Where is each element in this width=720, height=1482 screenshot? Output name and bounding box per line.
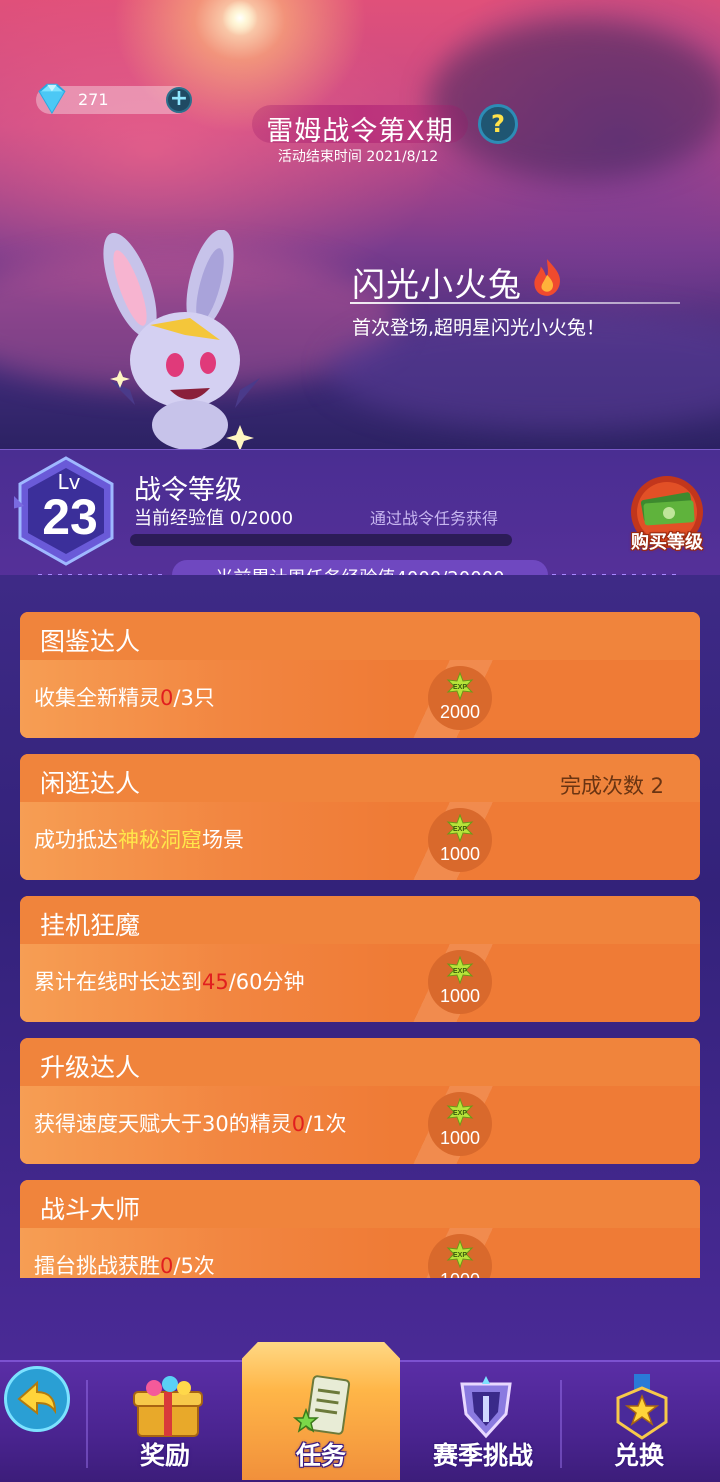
- task-title: 图鉴达人: [40, 627, 141, 656]
- task-reward-value: 1000: [439, 986, 481, 1006]
- exp-icon: EXP: [446, 1240, 474, 1268]
- season-end-time: 活动结束时间 2021/8/12: [277, 149, 439, 165]
- pet-description: 首次登场,超明星闪光小火兔！: [352, 317, 606, 339]
- pet-name-underline: [350, 302, 680, 304]
- battle-pass-level-title: 战令等级: [134, 475, 242, 506]
- exp-icon: EXP: [446, 672, 474, 700]
- task-reward-value: 2000: [439, 702, 481, 722]
- sky-sparkle: [222, 0, 258, 36]
- exp-icon: EXP: [446, 1098, 474, 1126]
- currency-pill: 271 +: [36, 83, 192, 115]
- season-title: 雷姆战令第X期: [266, 116, 454, 147]
- task-card: 升级达人 获得速度天赋大于30的精灵0/1次 EXP 1000: [20, 1038, 700, 1164]
- add-currency-button[interactable]: +: [166, 87, 192, 113]
- task-description: 擂台挑战获胜0/5次: [34, 1254, 215, 1278]
- task-card: 挂机狂魔 累计在线时长达到45/60分钟 EXP 1000: [20, 896, 700, 1022]
- level-number: 23: [42, 489, 98, 545]
- task-description: 成功抵达神秘洞窟场景: [34, 828, 244, 852]
- current-exp-text: 当前经验值 0/2000: [134, 508, 294, 529]
- task-card: 战斗大师 擂台挑战获胜0/5次 EXP 1000: [20, 1180, 700, 1278]
- task-description: 获得速度天赋大于30的精灵0/1次: [34, 1112, 347, 1136]
- task-reward: EXP 1000: [428, 950, 492, 1014]
- svg-text:EXP: EXP: [453, 684, 467, 691]
- task-title: 闲逛达人: [40, 769, 141, 798]
- task-title: 挂机狂魔: [40, 911, 141, 940]
- task-card: 图鉴达人 收集全新精灵0/3只 EXP 2000: [20, 612, 700, 738]
- task-reward: EXP 2000: [428, 666, 492, 730]
- season-title-pill: 雷姆战令第X期: [252, 105, 468, 147]
- gift-chest-icon: [133, 1376, 203, 1437]
- help-button[interactable]: ?: [478, 104, 518, 144]
- exchange-badge-icon: [616, 1374, 668, 1440]
- task-title: 战斗大师: [40, 1195, 141, 1224]
- task-description: 收集全新精灵0/3只: [34, 686, 215, 710]
- task-description: 累计在线时长达到45/60分钟: [34, 970, 305, 994]
- task-scroll-icon: [292, 1375, 351, 1435]
- exp-progress-bar: [130, 534, 512, 546]
- back-arrow-icon: [17, 1380, 57, 1416]
- exp-source-hint: 通过战令任务获得: [370, 509, 499, 528]
- nav-season-challenge-label: 赛季挑战: [432, 1441, 533, 1470]
- nav-tasks[interactable]: 任务: [246, 1368, 396, 1480]
- task-reward-value: 1000: [420, 1270, 500, 1278]
- pet-name: 闪光小火兔: [352, 265, 522, 304]
- task-card: 闲逛达人 完成次数 2 成功抵达神秘洞窟场景 EXP 1000: [20, 754, 700, 880]
- nav-season-challenge[interactable]: 赛季挑战: [408, 1368, 558, 1480]
- svg-text:EXP: EXP: [453, 968, 467, 975]
- fire-attribute-icon: [534, 259, 561, 296]
- diamond-icon: [38, 83, 66, 115]
- task-reward-value: 1000: [439, 844, 481, 864]
- task-list[interactable]: 图鉴达人 收集全新精灵0/3只 EXP 2000 闲逛达人 完成次数 2 成功抵…: [0, 600, 720, 1278]
- exp-icon: EXP: [446, 956, 474, 984]
- flash-fire-rabbit-image: [103, 230, 260, 450]
- task-reward: EXP 1000: [428, 808, 492, 872]
- task-reward: EXP 1000: [428, 1092, 492, 1156]
- back-button[interactable]: [4, 1366, 70, 1432]
- svg-text:EXP: EXP: [453, 1252, 467, 1259]
- buy-level-button[interactable]: 购买等级: [614, 528, 720, 554]
- svg-text:EXP: EXP: [453, 1110, 467, 1117]
- task-title: 升级达人: [40, 1053, 141, 1082]
- nav-exchange[interactable]: 兑换: [564, 1368, 714, 1480]
- nav-rewards-label: 奖励: [139, 1441, 190, 1470]
- nav-exchange-label: 兑换: [613, 1441, 664, 1470]
- task-completion-count: 完成次数 2: [559, 774, 664, 798]
- svg-text:EXP: EXP: [453, 826, 467, 833]
- task-reward-value: 1000: [439, 1128, 481, 1148]
- trophy-shield-icon: [460, 1376, 512, 1439]
- exp-icon: EXP: [446, 814, 474, 842]
- nav-rewards[interactable]: 奖励: [90, 1368, 240, 1480]
- nav-tasks-label: 任务: [295, 1441, 346, 1470]
- currency-value: 271: [78, 90, 109, 109]
